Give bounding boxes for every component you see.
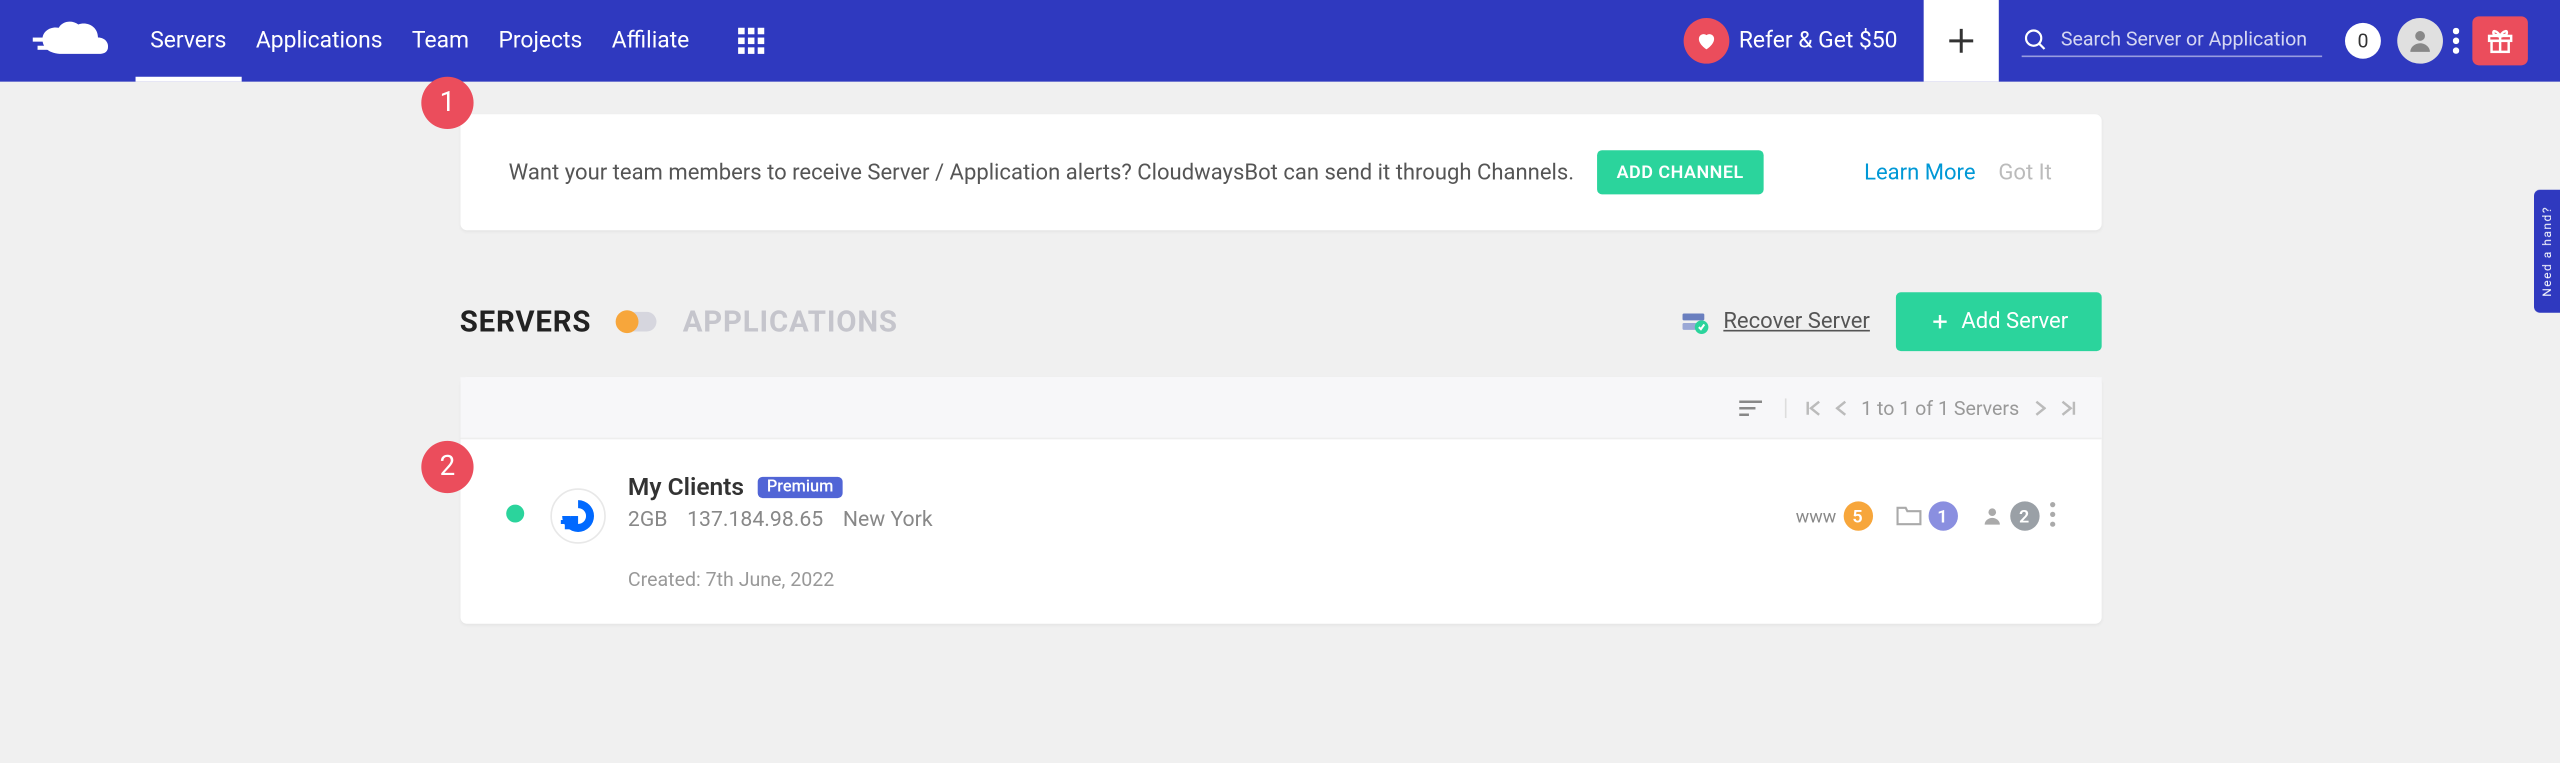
alert-box: Want your team members to receive Server… — [460, 114, 2101, 230]
nav-applications[interactable]: Applications — [256, 2, 383, 80]
stat-users[interactable]: 2 — [1980, 501, 2039, 530]
stat-projects[interactable]: 1 — [1895, 501, 1957, 530]
apps-count: 5 — [1843, 501, 1872, 530]
server-name: My Clients — [628, 472, 744, 501]
premium-badge: Premium — [757, 476, 843, 497]
gift-icon[interactable] — [2472, 16, 2528, 65]
plus-icon — [1929, 310, 1952, 333]
status-dot — [505, 505, 523, 523]
pager-text: 1 to 1 of 1 Servers — [1861, 396, 2019, 419]
recover-icon — [1678, 305, 1711, 338]
callout-2: 2 — [421, 441, 473, 493]
folder-icon — [1895, 505, 1921, 528]
got-it-link[interactable]: Got It — [1998, 159, 2051, 185]
sort-icon[interactable] — [1739, 398, 1786, 418]
learn-more-link[interactable]: Learn More — [1864, 159, 1975, 185]
tab-toggle[interactable] — [617, 312, 656, 332]
row-more-icon[interactable] — [2049, 501, 2056, 527]
top-nav: Servers Applications Team Projects Affil… — [0, 0, 2560, 82]
nav-right: Refer & Get $50 0 — [1683, 0, 2528, 82]
server-info: My Clients Premium 2GB 137.184.98.65 New… — [628, 472, 1796, 591]
search-input[interactable] — [2061, 27, 2322, 50]
server-created: Created: 7th June, 2022 — [628, 568, 1796, 591]
search-wrap — [2022, 25, 2322, 56]
add-server-button[interactable]: Add Server — [1896, 292, 2101, 351]
logo[interactable] — [33, 18, 121, 64]
alert-text: Want your team members to receive Server… — [509, 159, 1574, 185]
table-header: 1 to 1 of 1 Servers — [460, 377, 2101, 439]
tabs-row: SERVERS APPLICATIONS Recover Server Add … — [460, 292, 2101, 351]
pager-next-icon[interactable] — [2032, 399, 2045, 415]
user-avatar[interactable] — [2397, 18, 2443, 64]
alert-actions: Learn More Got It — [1864, 159, 2052, 185]
heart-icon — [1683, 18, 1729, 64]
server-row[interactable]: My Clients Premium 2GB 137.184.98.65 New… — [460, 439, 2101, 624]
nav-affiliate[interactable]: Affiliate — [612, 2, 690, 80]
help-tab[interactable]: Need a hand? — [2534, 190, 2560, 313]
www-label: www — [1796, 505, 1837, 526]
nav-links: Servers Applications Team Projects Affil… — [150, 2, 689, 80]
provider-logo — [550, 488, 606, 544]
refer-label: Refer & Get $50 — [1739, 28, 1898, 54]
add-channel-button[interactable]: ADD CHANNEL — [1597, 150, 1763, 194]
nav-team[interactable]: Team — [412, 2, 469, 80]
servers-table: 1 to 1 of 1 Servers My Clients Premium 2… — [460, 377, 2101, 624]
nav-servers[interactable]: Servers — [150, 2, 226, 80]
nav-projects[interactable]: Projects — [498, 2, 582, 80]
recover-server-link[interactable]: Recover Server — [1678, 305, 1870, 338]
server-stats: www 5 1 2 — [1796, 501, 2039, 530]
add-button[interactable] — [1924, 0, 1999, 82]
pager-first-icon[interactable] — [1806, 399, 1822, 415]
stat-apps[interactable]: www 5 — [1796, 501, 1872, 530]
search-icon — [2022, 25, 2048, 51]
callout-1: 1 — [421, 77, 473, 129]
pager-prev-icon[interactable] — [1835, 399, 1848, 415]
recover-label: Recover Server — [1723, 309, 1870, 335]
pager-last-icon[interactable] — [2058, 399, 2074, 415]
server-ip: 137.184.98.65 — [687, 508, 823, 532]
user-icon — [1980, 505, 2003, 528]
server-region: New York — [843, 508, 933, 532]
more-icon[interactable] — [2453, 28, 2460, 54]
tab-servers[interactable]: SERVERS — [460, 305, 592, 339]
content: Want your team members to receive Server… — [460, 82, 2101, 624]
add-server-label: Add Server — [1961, 309, 2068, 335]
pager: 1 to 1 of 1 Servers — [1806, 396, 2075, 419]
tab-applications[interactable]: APPLICATIONS — [683, 305, 898, 339]
users-count: 2 — [2009, 501, 2038, 530]
refer-link[interactable]: Refer & Get $50 — [1683, 18, 1897, 64]
notification-badge[interactable]: 0 — [2345, 23, 2381, 59]
server-size: 2GB — [628, 508, 668, 532]
apps-grid-icon[interactable] — [738, 28, 764, 54]
projects-count: 1 — [1928, 501, 1957, 530]
